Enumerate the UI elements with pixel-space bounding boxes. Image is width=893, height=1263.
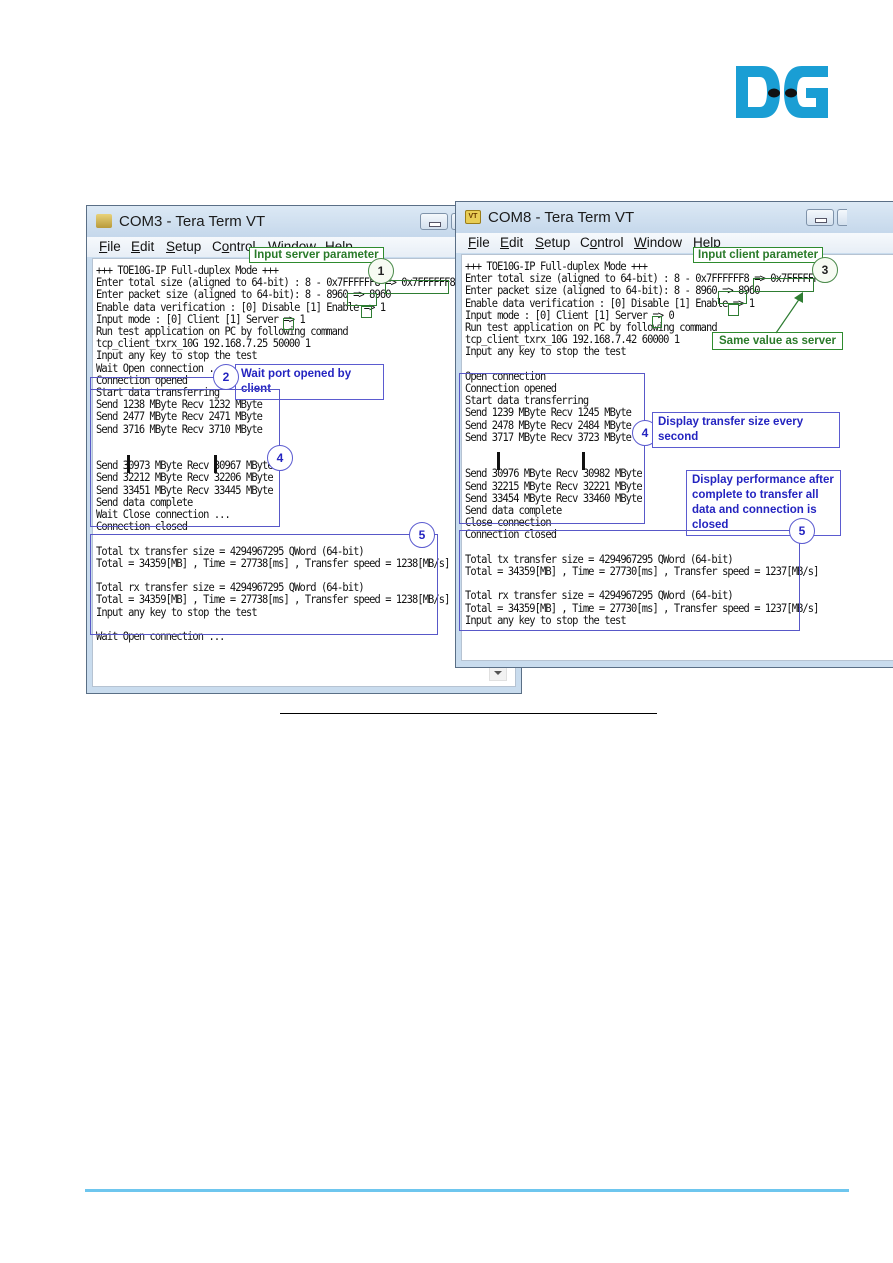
menu-edit[interactable]: Edit xyxy=(500,235,523,250)
client-result-group-box xyxy=(459,530,800,631)
menu-file[interactable]: File xyxy=(468,235,490,250)
continuation-marker xyxy=(127,455,130,473)
server-transfer-group-box xyxy=(90,389,280,527)
logo-dot-left xyxy=(768,88,780,98)
caption-separator xyxy=(280,713,657,714)
server-verification-highlight xyxy=(361,306,372,318)
menu-setup[interactable]: Setup xyxy=(535,235,570,250)
minimize-button[interactable] xyxy=(420,213,448,230)
continuation-marker xyxy=(214,455,217,473)
step-1-badge: 1 xyxy=(368,258,394,284)
display-performance-label: Display performance after complete to tr… xyxy=(686,470,841,536)
tera-term-icon xyxy=(96,214,112,228)
tera-term-icon: VT xyxy=(465,210,481,224)
client-packet-size-highlight xyxy=(718,291,747,304)
window-title: COM8 - Tera Term VT xyxy=(488,209,635,226)
logo-dot-right xyxy=(785,88,797,98)
menu-file[interactable]: File xyxy=(99,239,121,254)
menu-window[interactable]: Window xyxy=(634,235,682,250)
menu-edit[interactable]: Edit xyxy=(131,239,154,254)
server-packet-size-highlight xyxy=(347,293,377,306)
step-3-badge: 3 xyxy=(812,257,838,283)
client-verification-highlight xyxy=(728,304,739,316)
server-mode-highlight xyxy=(283,318,294,330)
menu-setup[interactable]: Setup xyxy=(166,239,201,254)
footer-rule xyxy=(85,1189,849,1192)
input-client-parameter-label: Input client parameter xyxy=(693,247,824,263)
window-title: COM3 - Tera Term VT xyxy=(119,213,266,230)
step-5-badge: 5 xyxy=(409,522,435,548)
maximize-button[interactable] xyxy=(837,209,847,226)
continuation-marker xyxy=(497,452,500,470)
step-4-badge: 4 xyxy=(267,445,293,471)
input-server-parameter-label: Input server parameter xyxy=(249,247,384,263)
client-mode-highlight xyxy=(652,316,662,328)
terminal-line: Input any key to stop the test xyxy=(96,349,258,363)
server-total-size-highlight xyxy=(385,280,449,294)
continuation-marker xyxy=(582,452,585,470)
minimize-button[interactable] xyxy=(806,209,834,226)
terminal-line: Input any key to stop the test xyxy=(465,345,627,359)
title-bar: VT COM8 - Tera Term VT xyxy=(456,202,893,236)
pointer-arrow-icon xyxy=(775,292,803,334)
menu-bar: File Edit Setup Control Window Help xyxy=(456,233,893,253)
menu-control[interactable]: Control xyxy=(580,235,624,250)
step-5-badge: 5 xyxy=(789,518,815,544)
step-2-badge: 2 xyxy=(213,364,239,390)
terminal-line: Enter packet size (aligned to 64-bit): 8… xyxy=(465,284,760,298)
display-transfer-size-label: Display transfer size every second xyxy=(652,412,840,448)
client-transfer-group-box xyxy=(459,373,645,524)
dg-logo xyxy=(736,66,828,118)
server-result-group-box xyxy=(90,534,438,635)
